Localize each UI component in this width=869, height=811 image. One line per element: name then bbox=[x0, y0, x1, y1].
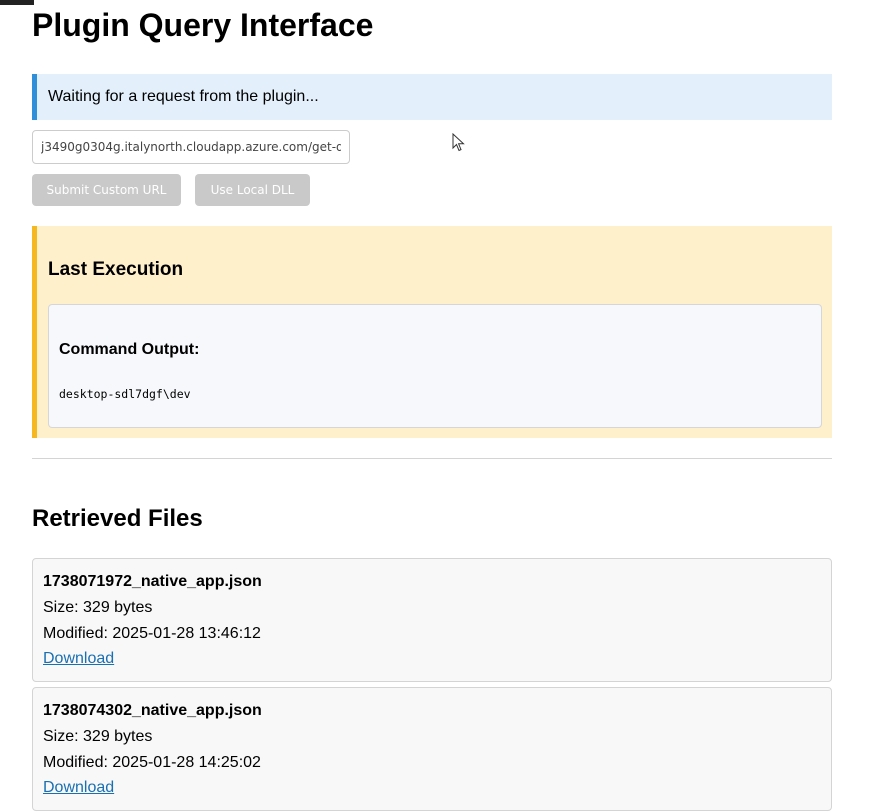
retrieved-files-heading: Retrieved Files bbox=[32, 505, 203, 532]
window-corner-mark bbox=[0, 0, 34, 5]
command-output-box: Command Output: desktop-sdl7dgf\dev bbox=[48, 304, 822, 428]
page-title: Plugin Query Interface bbox=[32, 7, 374, 43]
download-link[interactable]: Download bbox=[43, 650, 114, 668]
mouse-pointer-icon bbox=[452, 133, 465, 152]
use-local-dll-button[interactable]: Use Local DLL bbox=[195, 174, 310, 206]
command-output-text: desktop-sdl7dgf\dev bbox=[59, 387, 191, 401]
file-card: 1738074302_native_app.json Size: 329 byt… bbox=[32, 687, 832, 811]
last-execution-panel: Last Execution Command Output: desktop-s… bbox=[32, 226, 832, 438]
status-banner: Waiting for a request from the plugin... bbox=[32, 74, 832, 120]
file-modified: Modified: 2025-01-28 13:46:12 bbox=[43, 625, 261, 642]
submit-custom-url-button[interactable]: Submit Custom URL bbox=[32, 174, 181, 206]
last-execution-title: Last Execution bbox=[48, 259, 184, 280]
custom-url-input[interactable] bbox=[32, 130, 350, 164]
command-output-title: Command Output: bbox=[59, 341, 200, 358]
file-name: 1738071972_native_app.json bbox=[43, 573, 262, 590]
file-card: 1738071972_native_app.json Size: 329 byt… bbox=[32, 558, 832, 682]
file-size: Size: 329 bytes bbox=[43, 728, 153, 745]
file-name: 1738074302_native_app.json bbox=[43, 702, 262, 719]
file-modified: Modified: 2025-01-28 14:25:02 bbox=[43, 754, 261, 771]
download-link[interactable]: Download bbox=[43, 779, 114, 797]
file-size: Size: 329 bytes bbox=[43, 599, 153, 616]
section-divider bbox=[32, 458, 832, 459]
